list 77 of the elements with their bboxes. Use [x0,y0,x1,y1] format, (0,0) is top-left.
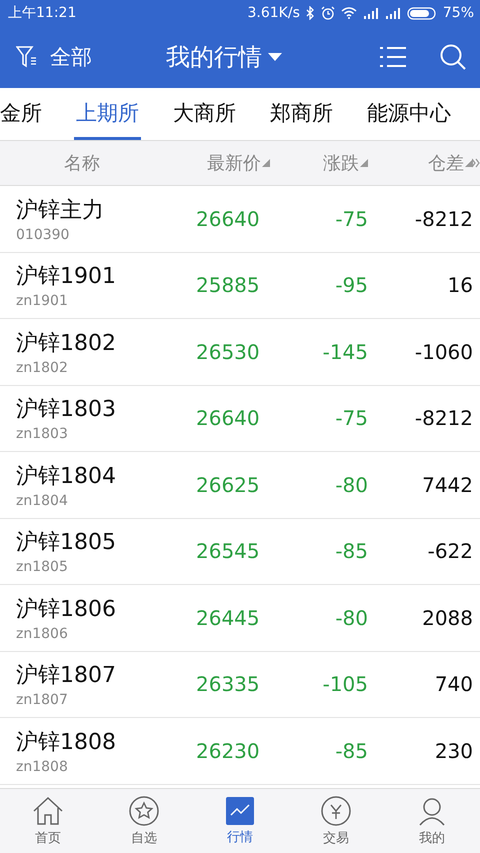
exchange-tab[interactable]: 郑商所 [268,88,335,140]
signal-icon [362,7,379,19]
contract-code: zn1901 [16,293,69,310]
contract-name: 沪锌1802 [16,330,117,358]
contract-name: 沪锌1803 [16,396,117,424]
battery-percent: 75% [442,5,474,21]
position-diff-cell-text: 230 [434,738,473,763]
exchange-tab[interactable]: 金所 [0,88,44,140]
position-diff-cell-text: 2088 [421,606,473,630]
exchange-tab[interactable]: 能源中心 [365,88,453,140]
double-chevron-icon [472,158,480,168]
filter-button[interactable]: 全部 [16,43,166,71]
nav-item[interactable]: 自选 [96,789,192,853]
contract-code: zn1806 [16,626,69,642]
column-header[interactable]: 仓差 [368,151,473,175]
price-cell-text: 26640 [195,406,261,430]
wifi-icon [340,7,357,19]
position-diff-cell-text: 16 [446,273,473,298]
contract-name: 沪锌1806 [16,596,117,624]
user-icon [417,796,447,826]
position-diff-cell-text: -1060 [414,340,473,364]
price-cell-text: 26445 [195,606,261,630]
column-header[interactable]: 最新价 [190,151,270,175]
column-header[interactable]: 涨跌 [270,151,368,175]
network-speed: 3.61K/s [248,5,300,21]
nav-item[interactable]: 首页 [0,789,96,853]
nav-item[interactable]: 我的 [384,789,480,853]
position-diff-cell-text: -8212 [414,406,473,430]
change-cell-text: -80 [334,472,368,497]
battery-icon [406,6,437,20]
change-cell-text: -105 [322,672,368,696]
nav-item[interactable]: 行情 [192,789,288,853]
contract-name: 沪锌1808 [16,728,117,757]
change-cell-text: -95 [334,273,368,298]
contract-code: zn1808 [16,758,69,775]
position-diff-cell-text: -622 [426,539,473,564]
menu-icon[interactable] [380,46,406,68]
alarm-icon [320,6,335,20]
contract-code: zn1804 [16,492,69,509]
exchange-tab[interactable]: 大商所 [171,88,238,140]
contract-code: 010390 [16,226,70,243]
price-cell-text: 26230 [195,738,261,763]
price-cell-text: 26625 [195,472,261,497]
contract-name: 沪锌1804 [16,462,117,491]
contract-name: 沪锌1901 [16,263,117,292]
price-cell-text: 26640 [195,206,261,231]
change-cell-text: -75 [334,206,368,231]
change-cell-text: -80 [334,606,368,630]
title-dropdown[interactable]: 我的行情 [166,41,282,73]
contract-name: 沪锌主力 [16,196,105,225]
column-header: 名称 [63,152,101,175]
nav-item[interactable]: 交易 [288,789,384,853]
price-cell-text: 26335 [195,672,261,696]
status-time: 上午11:21 [8,4,76,22]
price-cell-text: 25885 [195,273,261,298]
change-cell-text: -85 [334,738,368,763]
contract-code: zn1802 [16,360,69,376]
contract-code: zn1807 [16,692,69,708]
caret-icon [268,53,282,61]
position-diff-cell-text: 7442 [421,472,473,497]
position-diff-cell-text: -8212 [414,206,473,231]
price-cell-text: 26530 [195,340,261,364]
chart-icon [226,796,254,824]
contract-name: 沪锌1807 [16,662,117,690]
home-icon [32,796,64,826]
signal-icon [384,7,401,19]
position-diff-cell-text: 740 [434,672,473,696]
price-cell-text: 26545 [195,539,261,564]
change-cell-text: -75 [334,406,368,430]
change-cell-text: -85 [334,539,368,564]
coin-icon [321,796,351,826]
contract-code: zn1805 [16,559,69,576]
bluetooth-icon [306,6,315,20]
change-cell-text: -145 [322,340,368,364]
search-icon[interactable] [440,44,466,70]
contract-code: zn1803 [16,426,69,442]
contract-name: 沪锌1805 [16,529,117,558]
